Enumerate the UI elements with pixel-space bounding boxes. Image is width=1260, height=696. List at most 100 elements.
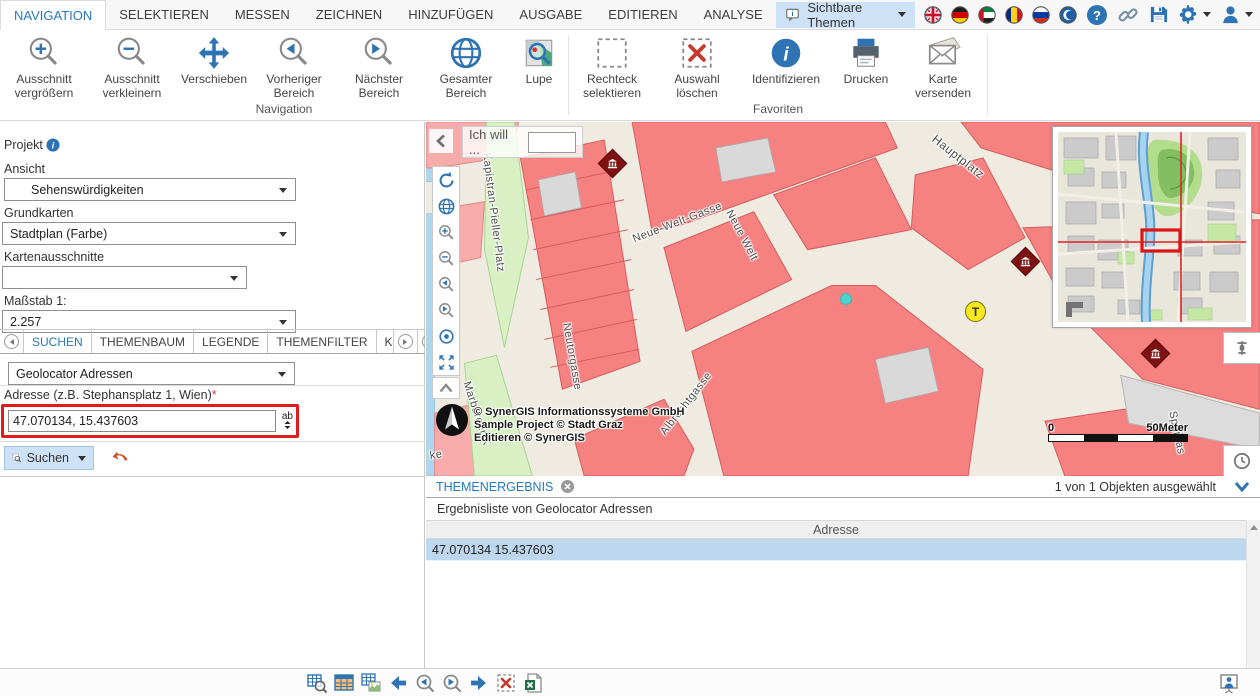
magnifier-plus-icon [26,35,62,71]
fullscreen-button[interactable] [433,349,459,375]
zoom-out-button[interactable] [433,245,459,271]
address-label: Adresse (z.B. Stephansplatz 1, Wien)* [4,388,217,402]
presentation-mode-button[interactable] [1215,670,1242,696]
zoom-in-button[interactable] [433,219,459,245]
table-to-map-button[interactable] [357,670,384,696]
tabs-overflow-menu[interactable] [418,330,426,353]
panel-collapse-chevron-icon[interactable] [1234,481,1250,493]
extents-select[interactable] [2,266,247,289]
tab-themenergebnis[interactable]: THEMENERGEBNIS [436,480,553,494]
svg-text:i: i [791,10,793,18]
tram-stop-marker[interactable]: T [965,301,986,322]
menu-navigation[interactable]: NAVIGATION [0,0,106,30]
pin-overview-button[interactable] [1223,332,1260,364]
ribbon-group-favorites: Rechteck selektieren Auswahl löschen i I… [569,30,987,120]
tabs-scroll-right[interactable] [394,330,418,353]
map-canvas[interactable]: Kapistran-Pieller-Platz Marburger K Neut… [426,122,1260,476]
address-input[interactable] [8,410,276,432]
crescent-icon[interactable] [1059,4,1077,26]
user-icon[interactable] [1220,4,1253,25]
clear-result-selection-button[interactable] [492,670,519,696]
scroll-up-icon[interactable] [1250,525,1258,530]
select-rectangle-button[interactable]: Rechteck selektieren [569,33,655,101]
menu-hinzufuegen[interactable]: HINZUFÜGEN [395,0,506,29]
overview-map[interactable] [1053,127,1251,327]
tabs-scroll-left[interactable] [0,330,24,353]
time-slider-button[interactable] [1223,445,1260,476]
full-extent-button[interactable]: Gesamter Bereich [422,33,510,101]
zoom-in-button[interactable]: Ausschnitt vergrößern [0,33,88,101]
previous-extent-button[interactable] [433,271,459,297]
tab-themenbaum[interactable]: THEMENBAUM [92,330,194,353]
scale-end-label: 50Meter [1146,422,1188,434]
chevron-down-icon [78,456,86,461]
result-row-selected[interactable]: 47.070134 15.437603 [426,539,1246,561]
menu-selektieren[interactable]: SELEKTIEREN [106,0,222,29]
zoom-next-result-button[interactable] [438,670,465,696]
envelope-map-icon [925,35,961,71]
tab-suchen[interactable]: SUCHEN [24,330,92,353]
info-icon[interactable]: i [46,138,60,152]
divider [0,441,425,442]
next-extent-button[interactable]: Nächster Bereich [336,33,422,101]
send-map-button[interactable]: Karte versenden [899,33,987,101]
next-extent-button[interactable] [433,297,459,323]
flag-ae-icon[interactable] [978,4,996,26]
divider [0,385,425,386]
flag-ru-icon[interactable] [1032,4,1050,26]
basemaps-select[interactable]: Stadtplan (Farbe) [2,222,296,245]
last-result-button[interactable] [465,670,492,696]
flag-uk-icon[interactable] [924,4,942,26]
show-table-button[interactable] [330,670,357,696]
zoom-out-button[interactable]: Ausschnitt verkleinern [88,33,176,101]
autocomplete-sort-icon[interactable]: ab [282,413,293,431]
menu-ausgabe[interactable]: AUSGABE [506,0,595,29]
globe-button[interactable] [433,193,459,219]
basemaps-label: Grundkarten [4,206,73,220]
magnifier-forward-icon [361,35,397,71]
tab-themenfilter[interactable]: THEMENFILTER [268,330,376,353]
pan-button[interactable]: Verschieben [176,33,252,101]
previous-extent-button[interactable]: Vorheriger Bereich [252,33,336,101]
column-header-adresse[interactable]: Adresse [426,520,1246,539]
i-want-to-input[interactable] [528,132,576,153]
refresh-button[interactable] [433,167,459,193]
close-icon[interactable] [560,479,575,494]
tab-legende[interactable]: LEGENDE [194,330,268,353]
first-result-button[interactable] [384,670,411,696]
project-label: Projekt i [4,138,60,152]
save-icon[interactable] [1148,4,1169,25]
visible-themes-button[interactable]: i Sichtbare Themen [776,2,915,28]
zoom-previous-result-button[interactable] [411,670,438,696]
flag-de-icon[interactable] [951,4,969,26]
scale-label: Maßstab 1: [4,294,67,308]
search-button[interactable]: Suchen [4,446,94,470]
menu-editieren[interactable]: EDITIEREN [595,0,690,29]
toolbar-collapse-button[interactable] [432,377,460,399]
link-icon[interactable] [1117,4,1139,26]
print-button[interactable]: Drucken [833,33,899,101]
ribbon-toolbar: Ausschnitt vergrößern Ausschnitt verklei… [0,30,1260,121]
menu-messen[interactable]: MESSEN [222,0,303,29]
view-select[interactable]: Sehenswürdigkeiten [4,178,296,201]
help-icon[interactable]: ? [1086,4,1108,26]
tab-kpi[interactable]: KPI (DIAGRA [377,330,394,353]
clear-selection-button[interactable]: Auswahl löschen [655,33,739,101]
collapse-panel-button[interactable] [429,129,453,153]
menu-zeichnen[interactable]: ZEICHNEN [303,0,395,29]
zoom-to-result-button[interactable] [303,670,330,696]
geocode-result-marker[interactable] [840,293,852,305]
undo-icon[interactable] [110,448,130,471]
gear-icon[interactable] [1178,4,1211,25]
flag-ro-icon[interactable] [1005,4,1023,26]
menu-analyse[interactable]: ANALYSE [691,0,776,29]
locate-button[interactable] [433,323,459,349]
identify-button[interactable]: i Identifizieren [739,33,833,101]
magnifier-tool-button[interactable]: Lupe [510,33,568,101]
search-type-select[interactable]: Geolocator Adressen [8,362,295,385]
refresh-icon [437,171,456,190]
globe-icon [437,197,456,216]
table-zoom-icon [306,672,328,694]
results-scrollbar[interactable] [1246,520,1260,668]
export-excel-button[interactable] [519,670,546,696]
